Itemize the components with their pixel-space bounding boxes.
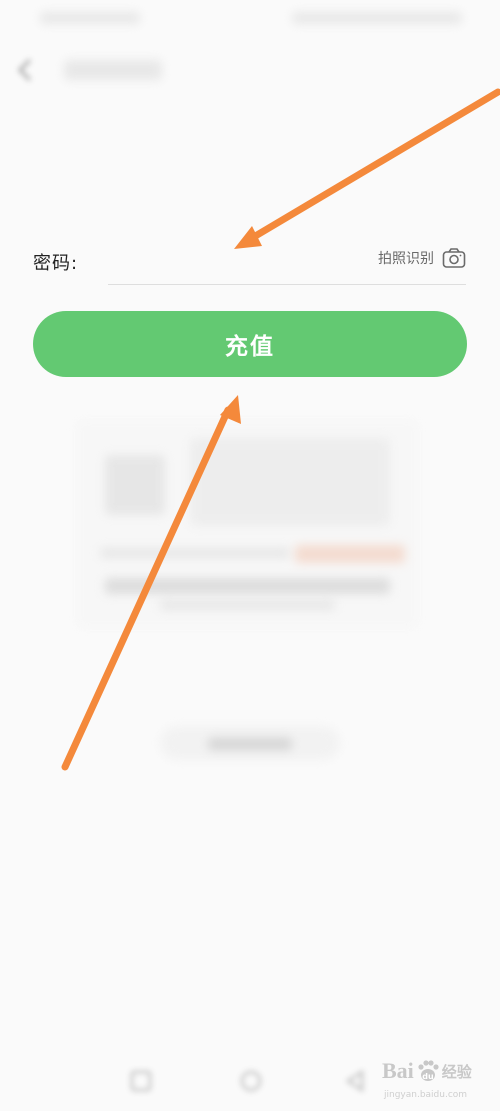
- nav-title-blur: [64, 60, 162, 80]
- camera-icon: [442, 248, 466, 268]
- status-icons-blur: [292, 12, 462, 24]
- watermark-brand-suffix: 经验: [441, 1062, 472, 1081]
- nav-home-icon[interactable]: [238, 1068, 264, 1094]
- watermark-brand: Bai: [382, 1058, 414, 1083]
- arrow-to-password-field: [234, 88, 500, 249]
- photo-recognize-label: 拍照识别: [378, 251, 434, 267]
- recharge-button[interactable]: 充值: [33, 311, 467, 377]
- help-link-text-blur: [208, 738, 292, 750]
- baidu-paw-icon: du: [418, 1060, 439, 1081]
- promo-text-blur-2: [105, 578, 390, 594]
- nav-recent-icon[interactable]: [128, 1068, 154, 1094]
- password-label: 密码:: [33, 253, 79, 274]
- photo-recognize-button[interactable]: 拍照识别: [378, 244, 466, 272]
- status-bar: [0, 0, 500, 38]
- nav-back-icon[interactable]: [342, 1068, 368, 1094]
- back-icon[interactable]: [12, 52, 40, 88]
- watermark-url: jingyan.baidu.com: [384, 1090, 468, 1100]
- promo-image-blur: [190, 438, 390, 526]
- promo-tag-blur: [295, 545, 405, 563]
- baidu-watermark: Bai du 经验: [382, 1058, 472, 1084]
- promo-text-blur-3: [160, 600, 335, 610]
- status-time-blur: [40, 12, 140, 24]
- promo-text-blur-1: [100, 548, 290, 558]
- svg-text:du: du: [422, 1072, 434, 1081]
- promo-qr-blur: [105, 455, 165, 515]
